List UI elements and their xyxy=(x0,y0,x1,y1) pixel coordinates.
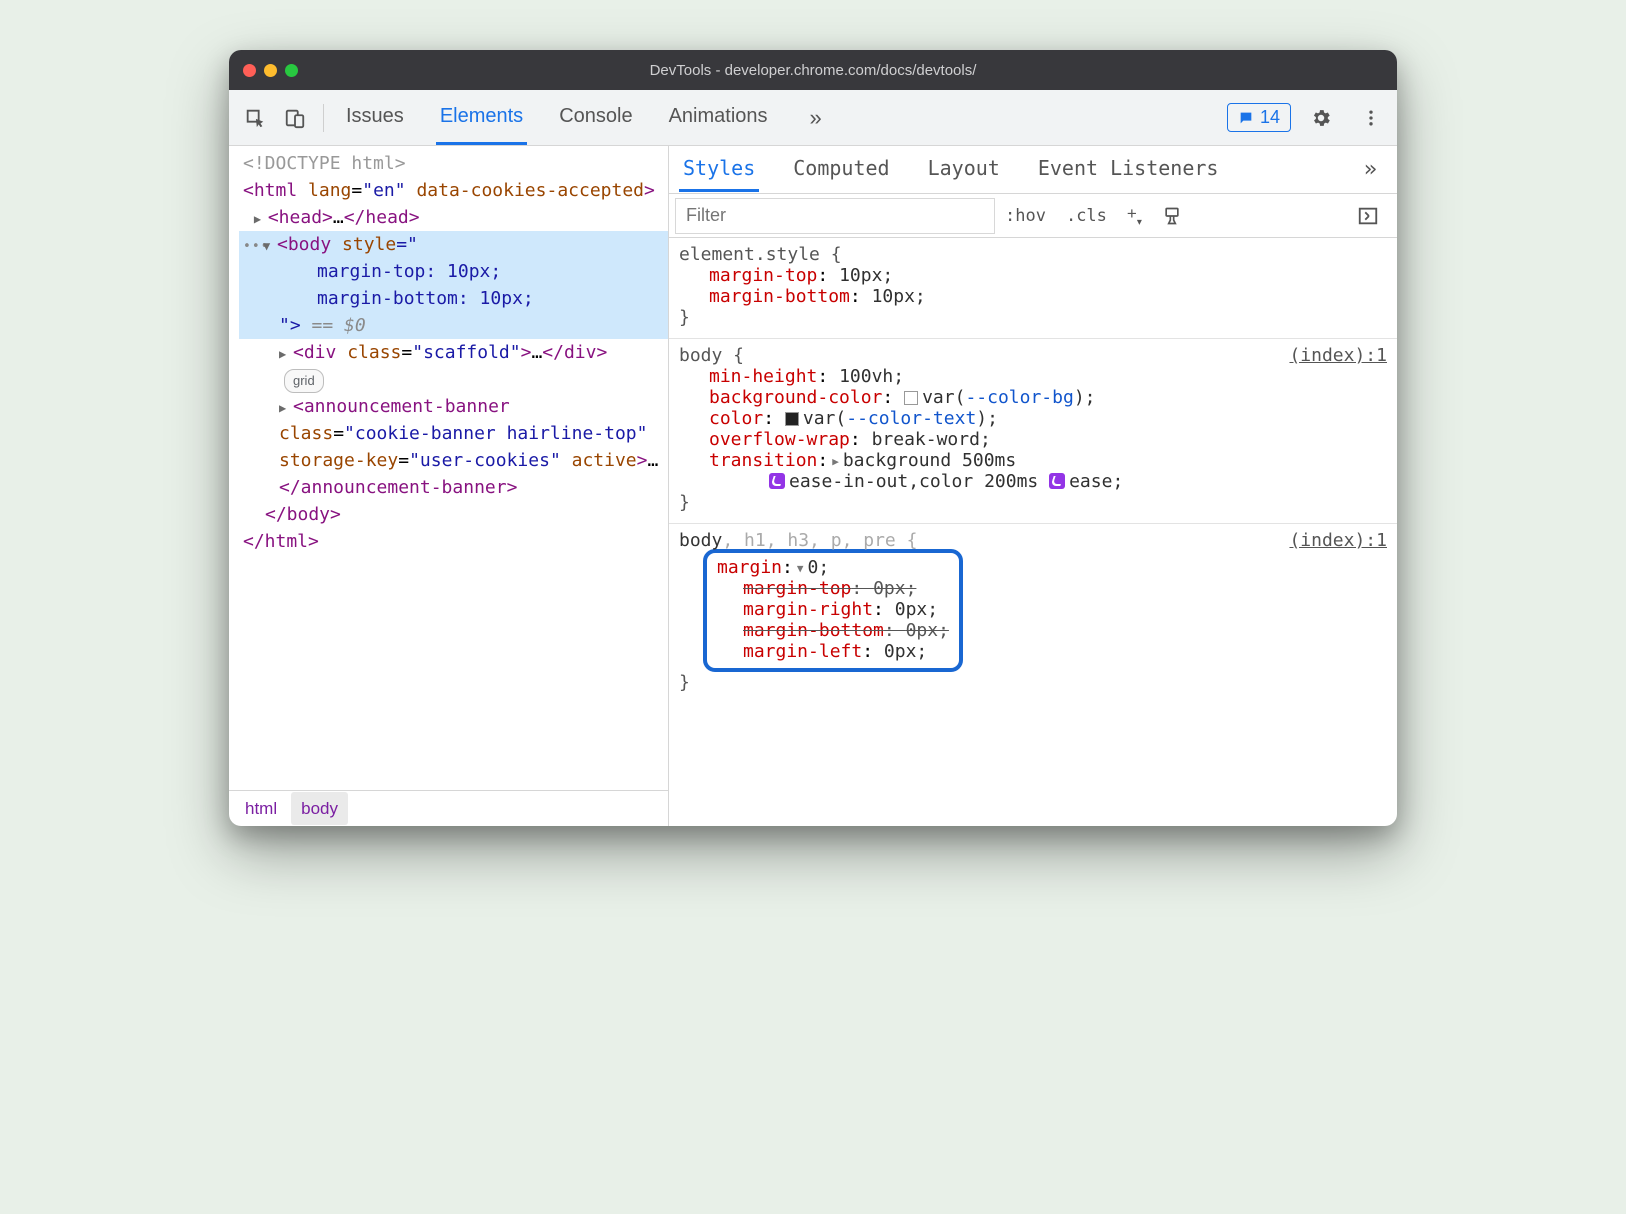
dollar-0-indicator: == $0 xyxy=(312,315,366,336)
body-close[interactable]: </body> xyxy=(239,501,668,528)
subtab-layout[interactable]: Layout xyxy=(924,147,1004,192)
tab-animations[interactable]: Animations xyxy=(665,90,772,145)
selector: body, h1, h3, p, pre { xyxy=(679,530,1387,551)
inspect-element-icon[interactable] xyxy=(235,98,275,138)
grid-badge[interactable]: grid xyxy=(284,369,324,393)
minimize-window-button[interactable] xyxy=(264,64,277,77)
styles-pane: Styles Computed Layout Event Listeners »… xyxy=(669,146,1397,826)
expand-icon[interactable]: ▶ xyxy=(279,399,291,417)
paint-brush-icon[interactable] xyxy=(1152,206,1192,226)
devtools-window: DevTools - developer.chrome.com/docs/dev… xyxy=(229,50,1397,826)
style-margin-top: margin-top: 10px; xyxy=(317,261,501,282)
device-toggle-icon[interactable] xyxy=(275,98,315,138)
maximize-window-button[interactable] xyxy=(285,64,298,77)
panes: <!DOCTYPE html> <html lang="en" data-coo… xyxy=(229,146,1397,826)
dom-tree[interactable]: <!DOCTYPE html> <html lang="en" data-coo… xyxy=(229,146,668,790)
selector: body { xyxy=(679,345,1387,366)
window-title: DevTools - developer.chrome.com/docs/dev… xyxy=(229,62,1397,79)
crumb-body[interactable]: body xyxy=(291,792,348,826)
rule-body[interactable]: (index):1 body { min-height: 100vh; back… xyxy=(669,339,1397,524)
announcement-banner[interactable]: ▶<announcement-banner class="cookie-bann… xyxy=(239,393,668,501)
bezier-editor-icon[interactable] xyxy=(769,473,785,489)
separator xyxy=(323,104,324,132)
css-rules: element.style { margin-top: 10px; margin… xyxy=(669,238,1397,826)
expand-icon[interactable]: ▶ xyxy=(254,210,266,228)
styles-subtabs: Styles Computed Layout Event Listeners » xyxy=(669,146,1397,194)
main-tabs: Issues Elements Console Animations » xyxy=(342,90,832,145)
style-margin-bottom: margin-bottom: 10px; xyxy=(317,288,534,309)
kebab-menu-icon[interactable] xyxy=(1351,98,1391,138)
force-state-button[interactable]: :hov xyxy=(995,206,1056,226)
rule-body-group[interactable]: (index):1 body, h1, h3, p, pre { margin:… xyxy=(669,524,1397,703)
elements-pane: <!DOCTYPE html> <html lang="en" data-coo… xyxy=(229,146,669,826)
settings-icon[interactable] xyxy=(1301,98,1341,138)
collapse-icon[interactable]: ▼ xyxy=(263,237,275,255)
html-close[interactable]: </html> xyxy=(239,528,668,555)
source-link[interactable]: (index):1 xyxy=(1289,345,1387,366)
rule-element-style[interactable]: element.style { margin-top: 10px; margin… xyxy=(669,238,1397,339)
tab-issues[interactable]: Issues xyxy=(342,90,408,145)
head-tag[interactable]: ▶<head>…</head> xyxy=(239,204,668,231)
margin-left: margin-left: 0px; xyxy=(717,641,949,662)
overridden-margin-bottom: margin-bottom: 0px; xyxy=(717,620,949,641)
expand-icon[interactable]: ▶ xyxy=(279,345,291,363)
color-swatch-icon[interactable] xyxy=(904,391,918,405)
computed-toggle-icon[interactable] xyxy=(1347,205,1389,227)
tab-elements[interactable]: Elements xyxy=(436,90,527,145)
margin-right: margin-right: 0px; xyxy=(717,599,949,620)
filter-input[interactable] xyxy=(675,198,995,234)
crumb-html[interactable]: html xyxy=(235,792,287,826)
collapse-shorthand-icon[interactable]: ▼ xyxy=(797,562,804,575)
traffic-lights xyxy=(243,64,298,77)
tab-console[interactable]: Console xyxy=(555,90,636,145)
body-tag-selected[interactable]: •••▼<body style=" margin-top: 10px; marg… xyxy=(239,231,668,339)
source-link[interactable]: (index):1 xyxy=(1289,530,1387,551)
close-window-button[interactable] xyxy=(243,64,256,77)
html-tag[interactable]: <html lang="en" data-cookies-accepted> xyxy=(239,177,668,204)
expand-shorthand-icon[interactable]: ▶ xyxy=(832,455,839,468)
selector: element.style { xyxy=(679,244,1387,265)
highlighted-declarations: margin:▼0; margin-top: 0px; margin-right… xyxy=(703,549,963,672)
overridden-margin-top: margin-top: 0px; xyxy=(717,578,949,599)
color-swatch-icon[interactable] xyxy=(785,412,799,426)
more-tabs-icon[interactable]: » xyxy=(800,105,832,131)
main-toolbar: Issues Elements Console Animations » 14 xyxy=(229,90,1397,146)
subtab-styles[interactable]: Styles xyxy=(679,147,759,192)
subtab-computed[interactable]: Computed xyxy=(789,147,893,192)
messages-badge[interactable]: 14 xyxy=(1227,103,1291,132)
new-rule-button[interactable]: +▾ xyxy=(1117,204,1152,228)
bezier-editor-icon[interactable] xyxy=(1049,473,1065,489)
titlebar: DevTools - developer.chrome.com/docs/dev… xyxy=(229,50,1397,90)
classes-button[interactable]: .cls xyxy=(1056,206,1117,226)
more-subtabs-icon[interactable]: » xyxy=(1354,157,1387,182)
doctype[interactable]: <!DOCTYPE html> xyxy=(239,150,668,177)
div-scaffold[interactable]: ▶<div class="scaffold">…</div> xyxy=(239,339,668,366)
subtab-event-listeners[interactable]: Event Listeners xyxy=(1034,147,1223,192)
messages-count: 14 xyxy=(1260,107,1280,128)
breadcrumbs: html body xyxy=(229,790,668,826)
styles-toolbar: :hov .cls +▾ xyxy=(669,194,1397,238)
